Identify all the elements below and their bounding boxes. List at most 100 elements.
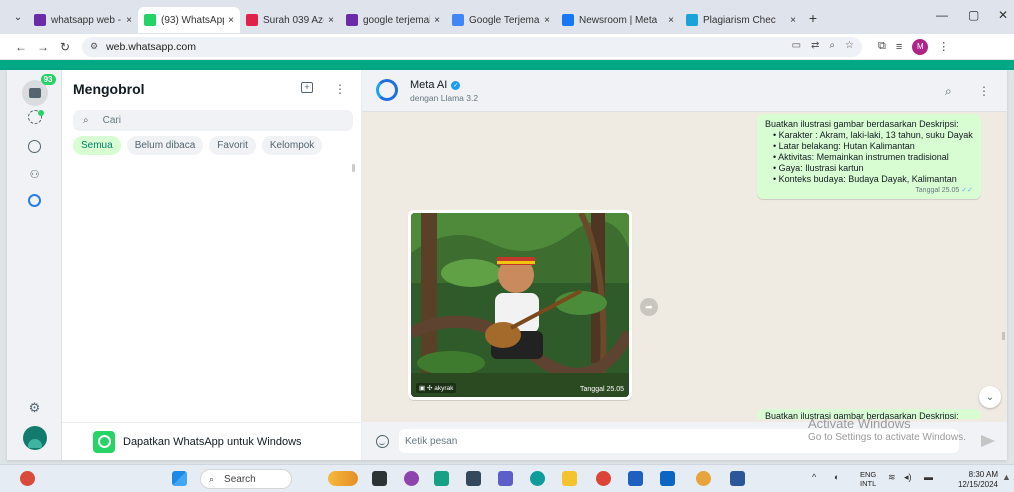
new-tab-button[interactable]: + [802, 10, 824, 26]
menu-kebab-icon[interactable]: ⋮ [978, 84, 990, 98]
browser-tab[interactable]: Newsroom | Meta × [556, 7, 680, 33]
widget-icon[interactable] [328, 471, 358, 486]
cast-icon[interactable]: ▭ [792, 40, 801, 51]
menu-kebab-icon[interactable]: ⋮ [938, 40, 949, 53]
site-info-icon[interactable]: ⚙ [90, 41, 98, 52]
clock-date: 12/15/2024 [957, 480, 998, 489]
search-placeholder: Cari [102, 115, 121, 126]
bookmark-star-icon[interactable]: ☆ [845, 40, 854, 51]
message-composer [362, 422, 1007, 460]
unread-badge: 93 [40, 74, 56, 85]
image-label-text: akyrak [434, 385, 454, 392]
weather-icon[interactable] [20, 471, 35, 486]
outgoing-message-partial[interactable]: Buatkan ilustrasi gambar berdasarkan Des… [757, 409, 981, 419]
browser-tab[interactable]: Google Terjemah × [446, 7, 556, 33]
windows-taskbar: ⌕ Search ^ ◐ ENG INTL ≋ ◂) ▬ 8:30 AM 12/… [0, 464, 1014, 492]
meta-ai-avatar[interactable] [376, 79, 398, 101]
profile-avatar[interactable]: M [912, 38, 929, 55]
close-tab-icon[interactable]: × [668, 15, 674, 26]
tray-app-icon[interactable]: ◐ [834, 472, 839, 482]
notification-bell-icon[interactable]: ▲ [1002, 472, 1011, 482]
task-view-icon[interactable] [372, 471, 387, 486]
browser-tab[interactable]: whatsapp web - × [28, 7, 138, 33]
contact-name: Meta AI ✓ [410, 79, 461, 91]
restore-button[interactable]: ▢ [968, 8, 979, 22]
contact-subtitle: dengan Llama 3.2 [410, 93, 479, 103]
app-icon[interactable] [696, 471, 711, 486]
tray-chevron-icon[interactable]: ^ [812, 472, 816, 482]
image-message[interactable]: ▣ ✣ akyrak Tanggal 25.05 [408, 210, 632, 400]
word-icon[interactable] [730, 471, 745, 486]
chrome-icon[interactable] [596, 471, 611, 486]
menu-kebab-icon[interactable]: ⋮ [334, 82, 346, 96]
reading-list-icon[interactable]: ≡ [896, 41, 902, 53]
scrollbar[interactable] [1002, 332, 1005, 340]
meta-ai-nav-button[interactable] [7, 194, 62, 207]
teams-icon[interactable] [498, 471, 513, 486]
channels-nav-button[interactable] [7, 140, 62, 153]
filter-chip[interactable]: Belum dibaca [126, 136, 204, 155]
filter-chip[interactable]: Favorit [209, 136, 256, 155]
message-input[interactable] [399, 429, 959, 453]
file-explorer-icon[interactable] [562, 471, 577, 486]
search-input[interactable]: ⌕ Cari [73, 110, 353, 131]
close-tab-icon[interactable]: × [434, 15, 440, 26]
zoom-icon[interactable]: ⌕ [829, 40, 835, 51]
close-tab-icon[interactable]: × [228, 15, 234, 26]
app-icon[interactable] [404, 471, 419, 486]
battery-icon[interactable]: ▬ [924, 472, 933, 482]
outlook-icon[interactable] [660, 471, 675, 486]
close-tab-icon[interactable]: × [790, 15, 796, 26]
send-icon[interactable] [981, 435, 995, 447]
close-tab-icon[interactable]: × [544, 15, 550, 26]
emoji-icon[interactable] [376, 434, 389, 448]
outgoing-message[interactable]: Buatkan ilustrasi gambar berdasarkan Des… [757, 114, 981, 199]
close-window-button[interactable]: ✕ [998, 8, 1008, 22]
back-button[interactable]: ← [10, 40, 32, 54]
filter-chip[interactable]: Semua [73, 136, 121, 155]
chats-nav-button[interactable]: 93 [7, 74, 62, 106]
tab-label: Surah 039 Az-Zu [263, 14, 324, 26]
search-icon: ⌕ [83, 115, 89, 126]
settings-nav-button[interactable]: ⚙ [7, 400, 62, 416]
start-icon[interactable] [172, 471, 187, 486]
language-indicator[interactable]: ENG INTL [860, 470, 876, 488]
reload-button[interactable]: ↻ [54, 40, 76, 54]
translate-icon[interactable]: ⇄ [811, 40, 819, 51]
minimize-button[interactable]: — [936, 8, 948, 22]
layout-text: INTL [860, 479, 877, 488]
store-icon[interactable] [628, 471, 643, 486]
close-tab-icon[interactable]: × [328, 15, 334, 26]
app-icon[interactable] [466, 471, 481, 486]
browser-tab[interactable]: Plagiarism Chec × [680, 7, 802, 33]
volume-icon[interactable]: ◂) [904, 472, 912, 483]
profile-nav-button[interactable] [7, 426, 62, 450]
edge-icon[interactable] [530, 471, 545, 486]
get-windows-app-banner[interactable]: Dapatkan WhatsApp untuk Windows [62, 422, 362, 460]
conversation-header[interactable]: Meta AI ✓ dengan Llama 3.2 ⌕ ⋮ [362, 70, 1007, 112]
forward-button[interactable]: → [32, 40, 54, 54]
status-nav-button[interactable] [7, 110, 62, 124]
taskbar-search[interactable]: ⌕ Search [200, 469, 292, 489]
extensions-icon[interactable]: ⧉ [878, 40, 886, 53]
close-tab-icon[interactable]: × [126, 15, 132, 26]
new-chat-button[interactable]: + [301, 82, 313, 93]
panel-title: Mengobrol [73, 81, 145, 97]
filter-chip[interactable]: Kelompok [261, 136, 323, 155]
tab-search-dropdown-icon[interactable]: ⌄ [8, 7, 28, 27]
clock[interactable]: 8:30 AM 12/15/2024 [948, 470, 998, 490]
message-list-item: Gaya: Ilustrasi kartun [773, 163, 973, 174]
communities-nav-button[interactable]: ⚇ [7, 168, 62, 181]
search-icon[interactable]: ⌕ [945, 84, 952, 99]
browser-tab[interactable]: google terjemah × [340, 7, 446, 33]
browser-tab[interactable]: Surah 039 Az-Zu × [240, 7, 340, 33]
image-label: ▣ ✣ akyrak [416, 383, 457, 393]
scroll-down-button[interactable]: ⌄ [979, 386, 1001, 408]
forward-icon[interactable]: ➦ [640, 298, 658, 316]
app-icon[interactable] [434, 471, 449, 486]
url-bar[interactable]: ⚙ web.whatsapp.com ▭ ⇄ ⌕ ☆ [82, 36, 862, 57]
browser-tab[interactable]: (93) WhatsApp × [138, 7, 240, 33]
whatsapp-header-band [0, 60, 1014, 70]
scrollbar[interactable] [352, 164, 355, 172]
wifi-icon[interactable]: ≋ [888, 472, 896, 483]
